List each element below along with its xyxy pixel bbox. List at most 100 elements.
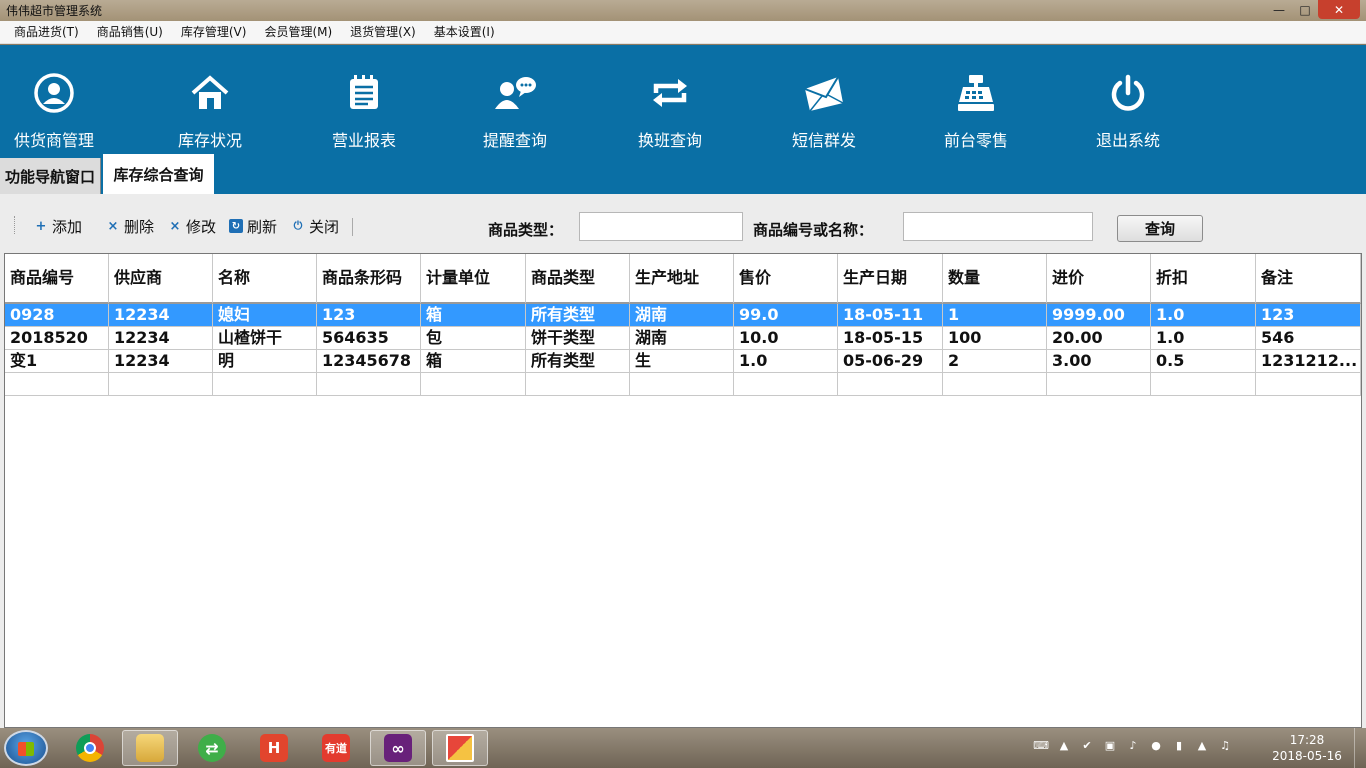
menu-settings[interactable]: 基本设置(I) — [425, 21, 504, 44]
query-button[interactable]: 查询 — [1117, 215, 1203, 242]
system-clock[interactable]: 17:28 2018-05-16 — [1268, 732, 1346, 764]
table-cell[interactable] — [421, 373, 526, 396]
taskbar-app-window[interactable] — [432, 730, 488, 766]
column-header[interactable]: 售价 — [734, 254, 838, 304]
product-code-name-input[interactable] — [903, 212, 1093, 241]
table-cell[interactable]: 2 — [943, 350, 1047, 373]
table-cell[interactable]: 12234 — [109, 327, 213, 350]
table-cell[interactable] — [943, 373, 1047, 396]
security-icon[interactable]: ✔ — [1080, 738, 1094, 752]
column-header[interactable]: 备注 — [1256, 254, 1361, 304]
taskbar-browser[interactable]: ⇄ — [184, 730, 240, 766]
table-cell[interactable]: 箱 — [421, 350, 526, 373]
table-cell[interactable]: 包 — [421, 327, 526, 350]
tab-function-navigation[interactable]: 功能导航窗口 — [0, 158, 101, 194]
table-cell[interactable] — [1151, 373, 1256, 396]
table-cell[interactable]: 2018520 — [5, 327, 109, 350]
table-row[interactable]: 变1 12234 明 12345678 箱所有类型生 1.0 05-06-29 2 3.00 0.… — [5, 350, 1361, 373]
table-cell[interactable] — [109, 373, 213, 396]
table-cell[interactable]: 山楂饼干 — [213, 327, 317, 350]
supplier-manage-button[interactable]: 供货商管理 — [0, 71, 114, 151]
table-cell[interactable]: 10.0 — [734, 327, 838, 350]
table-cell[interactable]: 100 — [943, 327, 1047, 350]
table-cell[interactable]: 12234 — [109, 350, 213, 373]
table-cell[interactable]: 05-06-29 — [838, 350, 943, 373]
table-cell[interactable] — [630, 373, 734, 396]
table-cell[interactable]: 箱 — [421, 304, 526, 327]
inventory-status-button[interactable]: 库存状况 — [150, 71, 270, 151]
edit-button[interactable]: × 修改 — [168, 216, 216, 236]
column-header[interactable]: 生产地址 — [630, 254, 734, 304]
table-cell[interactable]: 0928 — [5, 304, 109, 327]
table-cell[interactable]: 1 — [943, 304, 1047, 327]
battery-icon[interactable]: ▮ — [1172, 738, 1186, 752]
table-cell[interactable]: 18-05-11 — [838, 304, 943, 327]
tab-inventory-query[interactable]: 库存综合查询 — [103, 154, 214, 194]
volume-icon[interactable]: ♫ — [1218, 738, 1232, 752]
speaker-icon[interactable]: ♪ — [1126, 738, 1140, 752]
menu-inventory[interactable]: 库存管理(V) — [172, 21, 256, 44]
table-cell[interactable]: 9999.00 — [1047, 304, 1151, 327]
table-row[interactable]: 2018520 12234 山楂饼干 564635 包饼干类型 湖南 10.0 18-05-1… — [5, 327, 1361, 350]
sms-broadcast-button[interactable]: 短信群发 — [764, 71, 884, 151]
table-cell[interactable]: 564635 — [317, 327, 421, 350]
table-cell[interactable]: 1.0 — [734, 350, 838, 373]
table-cell[interactable]: 12345678 — [317, 350, 421, 373]
table-cell[interactable]: 3.00 — [1047, 350, 1151, 373]
column-header[interactable]: 名称 — [213, 254, 317, 304]
delete-button[interactable]: × 删除 — [106, 216, 154, 236]
taskbar-chrome[interactable] — [62, 730, 118, 766]
table-cell[interactable]: 所有类型 — [526, 304, 630, 327]
table-cell[interactable] — [213, 373, 317, 396]
column-header[interactable]: 进价 — [1047, 254, 1151, 304]
menu-purchase[interactable]: 商品进货(T) — [0, 21, 88, 44]
taskbar-hbuilder[interactable]: H — [246, 730, 302, 766]
table-cell[interactable]: 饼干类型 — [526, 327, 630, 350]
maximize-button[interactable]: □ — [1292, 0, 1318, 19]
table-row[interactable] — [5, 373, 1361, 396]
taskbar-youdao[interactable]: 有道 — [308, 730, 364, 766]
table-cell[interactable]: 生 — [630, 350, 734, 373]
table-cell[interactable] — [1256, 373, 1361, 396]
table-row[interactable]: 0928 12234 媳妇 123 箱所有类型 湖南 99.0 18-05-11 1 9999.0… — [5, 304, 1361, 327]
shift-query-button[interactable]: 换班查询 — [610, 71, 730, 151]
table-cell[interactable]: 18-05-15 — [838, 327, 943, 350]
table-cell[interactable] — [5, 373, 109, 396]
start-button[interactable] — [4, 730, 48, 766]
network-icon[interactable]: ▲ — [1195, 738, 1209, 752]
table-cell[interactable]: 123 — [317, 304, 421, 327]
table-cell[interactable] — [734, 373, 838, 396]
thermometer-icon[interactable]: ▲ — [1057, 738, 1071, 752]
taskbar-visual-studio[interactable]: ∞ — [370, 730, 426, 766]
display-icon[interactable]: ▣ — [1103, 738, 1117, 752]
table-cell[interactable]: 湖南 — [630, 304, 734, 327]
table-cell[interactable]: 1.0 — [1151, 304, 1256, 327]
table-cell[interactable]: 99.0 — [734, 304, 838, 327]
menu-member[interactable]: 会员管理(M) — [255, 21, 341, 44]
table-cell[interactable] — [526, 373, 630, 396]
close-window-button[interactable]: ✕ — [1318, 0, 1360, 19]
qq-icon[interactable]: ● — [1149, 738, 1163, 752]
taskbar-file-explorer[interactable] — [122, 730, 178, 766]
column-header[interactable]: 计量单位 — [421, 254, 526, 304]
refresh-button[interactable]: ↻ 刷新 — [229, 216, 277, 236]
column-header[interactable]: 供应商 — [109, 254, 213, 304]
column-header[interactable]: 生产日期 — [838, 254, 943, 304]
table-cell[interactable]: 0.5 — [1151, 350, 1256, 373]
table-cell[interactable]: 20.00 — [1047, 327, 1151, 350]
table-cell[interactable]: 1.0 — [1151, 327, 1256, 350]
table-cell[interactable] — [317, 373, 421, 396]
minimize-button[interactable]: — — [1266, 0, 1292, 19]
table-cell[interactable]: 546 — [1256, 327, 1361, 350]
column-header[interactable]: 数量 — [943, 254, 1047, 304]
table-cell[interactable]: 123 — [1256, 304, 1361, 327]
column-header[interactable]: 商品类型 — [526, 254, 630, 304]
table-cell[interactable]: 1231212... — [1256, 350, 1361, 373]
menu-return[interactable]: 退货管理(X) — [341, 21, 425, 44]
reminder-query-button[interactable]: 提醒查询 — [455, 71, 575, 151]
table-cell[interactable]: 湖南 — [630, 327, 734, 350]
column-header[interactable]: 折扣 — [1151, 254, 1256, 304]
table-cell[interactable] — [1047, 373, 1151, 396]
table-cell[interactable]: 明 — [213, 350, 317, 373]
retail-pos-button[interactable]: 前台零售 — [916, 71, 1036, 151]
